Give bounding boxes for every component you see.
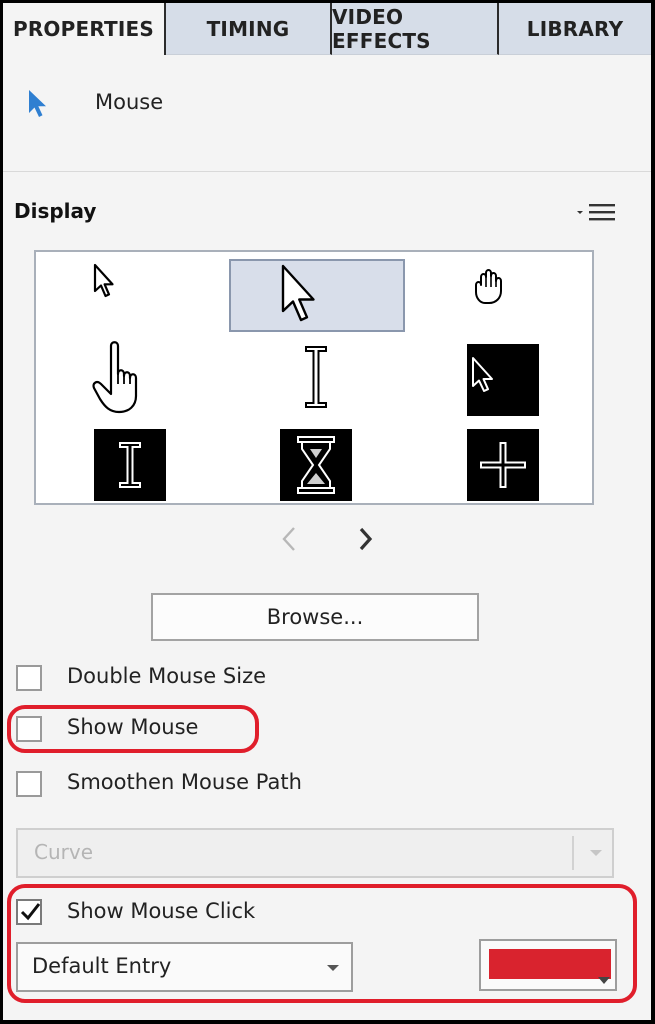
smoothen-mouse-path-checkbox[interactable] bbox=[16, 771, 42, 797]
arrow-cursor-inverted-icon bbox=[472, 357, 493, 392]
crosshair-icon bbox=[480, 442, 526, 488]
tab-bar: PROPERTIES TIMING VIDEO EFFECTS LIBRARY bbox=[3, 3, 651, 55]
options-menu-icon[interactable] bbox=[575, 201, 619, 227]
click-style-value: Default Entry bbox=[32, 954, 172, 978]
ibeam-inverted-icon bbox=[119, 442, 141, 488]
show-mouse-label: Show Mouse bbox=[67, 715, 199, 739]
double-mouse-size-checkbox[interactable] bbox=[16, 665, 42, 691]
cursor-option-arrow-large[interactable] bbox=[229, 259, 405, 332]
hourglass-icon bbox=[297, 436, 335, 494]
tab-library[interactable]: LIBRARY bbox=[499, 3, 651, 55]
tab-timing[interactable]: TIMING bbox=[166, 3, 332, 55]
show-mouse-click-checkbox[interactable] bbox=[16, 899, 42, 925]
ibeam-icon bbox=[305, 346, 327, 408]
click-style-dropdown[interactable]: Default Entry bbox=[16, 942, 353, 992]
arrow-cursor-icon bbox=[93, 263, 114, 298]
chevron-left-icon[interactable] bbox=[274, 522, 304, 556]
double-mouse-size-label: Double Mouse Size bbox=[67, 664, 267, 688]
tab-video-effects[interactable]: VIDEO EFFECTS bbox=[332, 3, 499, 55]
cursor-option-crosshair[interactable] bbox=[467, 429, 539, 501]
arrow-cursor-icon bbox=[29, 90, 46, 117]
hand-pointer-icon bbox=[92, 341, 138, 414]
cursor-gallery bbox=[34, 250, 594, 505]
color-swatch bbox=[489, 949, 611, 979]
cursor-option-hand-pointer[interactable] bbox=[81, 336, 161, 416]
cursor-option-arrow-inverted[interactable] bbox=[467, 344, 539, 416]
chevron-down-icon bbox=[598, 977, 610, 984]
path-style-dropdown[interactable]: Curve bbox=[16, 828, 614, 878]
chevron-down-icon bbox=[590, 850, 602, 856]
cursor-option-hourglass[interactable] bbox=[280, 429, 352, 501]
cursor-option-hand-grab[interactable] bbox=[456, 255, 528, 327]
tab-properties[interactable]: PROPERTIES bbox=[3, 3, 166, 55]
click-color-picker[interactable] bbox=[479, 939, 617, 991]
checkmark-icon bbox=[20, 903, 41, 921]
show-mouse-click-label: Show Mouse Click bbox=[67, 899, 256, 923]
show-mouse-checkbox[interactable] bbox=[16, 716, 42, 742]
arrow-cursor-large-icon bbox=[281, 264, 315, 322]
object-title: Mouse bbox=[95, 90, 164, 114]
chevron-down-icon bbox=[327, 965, 339, 971]
cursor-option-ibeam[interactable] bbox=[280, 341, 352, 413]
dropdown-separator bbox=[572, 836, 574, 870]
section-title-display: Display bbox=[14, 199, 97, 223]
hand-grab-icon bbox=[475, 269, 502, 304]
properties-panel: PROPERTIES TIMING VIDEO EFFECTS LIBRARY … bbox=[3, 3, 651, 1020]
smoothen-mouse-path-label: Smoothen Mouse Path bbox=[67, 770, 302, 794]
browse-button[interactable]: Browse... bbox=[151, 593, 479, 641]
cursor-option-ibeam-inverted[interactable] bbox=[94, 429, 166, 501]
cursor-option-arrow[interactable] bbox=[69, 255, 141, 327]
chevron-right-icon[interactable] bbox=[351, 522, 381, 556]
object-header: Mouse bbox=[3, 55, 651, 172]
path-style-value: Curve bbox=[34, 840, 94, 864]
